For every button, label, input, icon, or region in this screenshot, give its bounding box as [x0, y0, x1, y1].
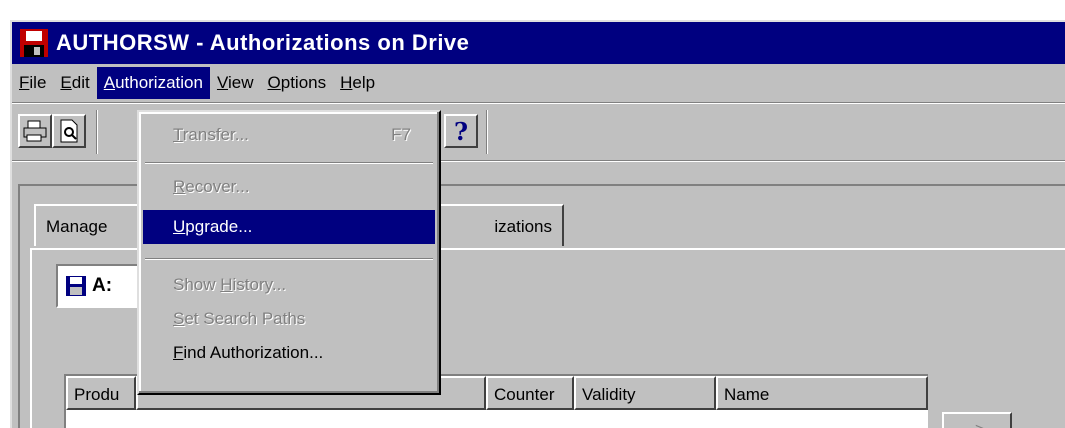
menu-separator-2: [145, 258, 433, 260]
menu-item-show-history[interactable]: Show History...: [143, 268, 435, 302]
drive-label: A:: [92, 275, 113, 296]
column-product[interactable]: Produ: [66, 376, 136, 410]
menu-item-recover[interactable]: Recover...: [143, 170, 435, 204]
column-name[interactable]: Name: [716, 376, 928, 410]
toolbar-separator-2: [486, 110, 488, 154]
menu-view[interactable]: View: [210, 67, 261, 99]
shortcut-f7: F7: [391, 125, 411, 144]
arrow-right-icon: ->: [970, 421, 985, 428]
print-preview-icon: [60, 119, 78, 143]
title-bar[interactable]: AUTHORSW - Authorizations on Drive: [12, 22, 1065, 64]
menu-file[interactable]: File: [12, 67, 53, 99]
menubar-divider: [12, 102, 1065, 104]
menu-item-find-authorization[interactable]: Find Authorization...: [143, 336, 435, 370]
menu-separator: [145, 162, 433, 164]
column-counter[interactable]: Counter: [486, 376, 574, 410]
menu-authorization[interactable]: Authorization: [96, 67, 210, 99]
menu-item-transfer[interactable]: Transfer... F7: [143, 118, 435, 152]
toolbar-separator: [96, 110, 98, 154]
floppy-disk-icon: [66, 276, 86, 296]
print-icon: [23, 120, 47, 142]
column-validity[interactable]: Validity: [574, 376, 716, 410]
help-icon: ?: [453, 116, 469, 146]
print-preview-button[interactable]: [52, 114, 86, 148]
menu-item-upgrade[interactable]: Upgrade...: [143, 210, 435, 244]
app-icon[interactable]: [20, 29, 48, 57]
authorization-menu-dropdown: Transfer... F7 Recover... Upgrade... Sho…: [137, 110, 441, 395]
menu-edit[interactable]: Edit: [53, 67, 96, 99]
print-button[interactable]: [18, 114, 52, 148]
help-button[interactable]: ?: [444, 114, 478, 148]
menu-options[interactable]: Options: [261, 67, 334, 99]
menu-help[interactable]: Help: [333, 67, 382, 99]
menu-bar: File Edit Authorization View Options Hel…: [12, 66, 1065, 100]
window-title: AUTHORSW - Authorizations on Drive: [56, 30, 470, 55]
menu-item-set-search-paths[interactable]: Set Search Paths: [143, 302, 435, 336]
